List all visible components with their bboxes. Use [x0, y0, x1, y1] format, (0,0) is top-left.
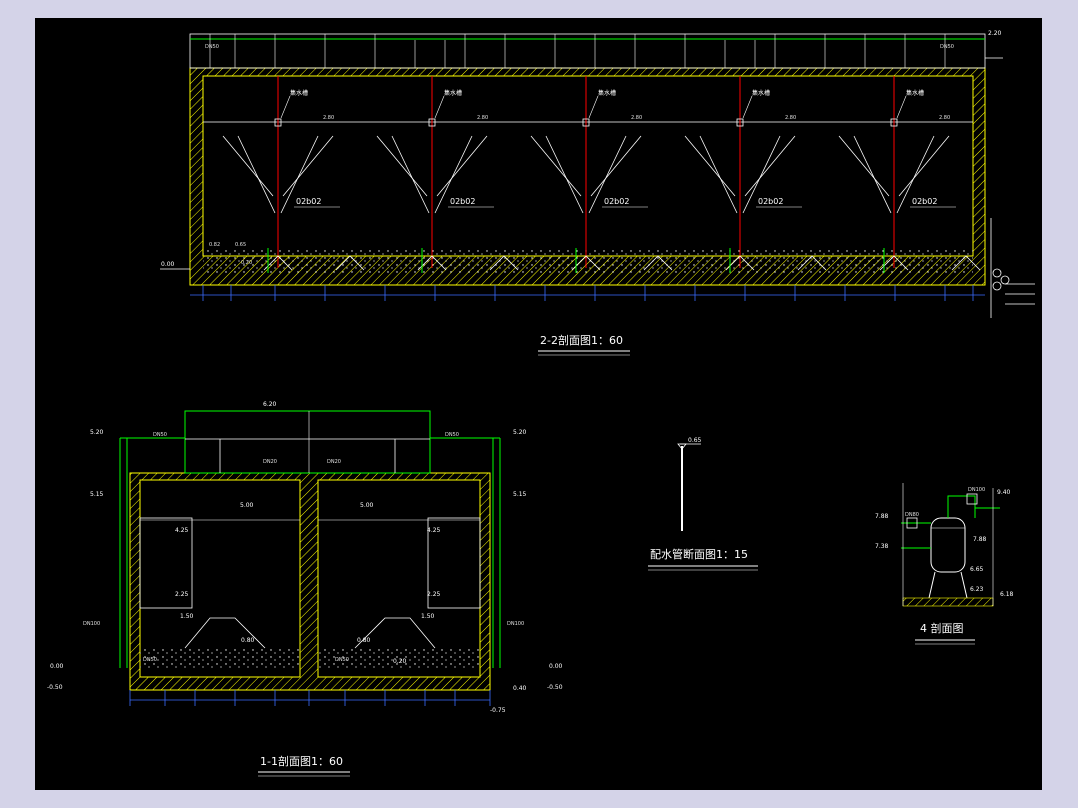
section-1-1: 6.20 5.20 5.20 5.15 5.15 5.00 5.00 4.25 … — [47, 401, 563, 777]
section-2-2: 0.00 2.20 DN50 DN50 0.82 0.65 0.20 集水槽 2.… — [160, 30, 1035, 356]
section22-dimension-ticks — [202, 285, 974, 301]
section22-title: 2-2剖面图1：60 — [540, 333, 623, 347]
section11-elev-020: 0.20 — [393, 658, 407, 665]
section11-pipe-dn100-right: DN100 — [507, 621, 524, 627]
section4-tank-leg-left — [928, 571, 936, 599]
section22-bottom-elev-2: 0.65 — [235, 242, 246, 248]
section11-pipe-dn50-top-left: DN50 — [153, 432, 167, 438]
plate-label-5: 02b02 — [912, 197, 937, 206]
section4-elev-623: 6.23 — [970, 586, 984, 593]
section4-elev-788-right: 7.88 — [973, 536, 987, 543]
section11-top-frame — [184, 410, 431, 474]
section11-title: 1-1剖面图1：60 — [260, 754, 343, 768]
collector-label-2: 集水槽 — [444, 89, 462, 97]
section11-elev-515-right: 5.15 — [513, 491, 527, 498]
section11-pipe-dn20-left: DN20 — [263, 459, 277, 465]
section11-elev-040: 0.40 — [513, 685, 527, 692]
section11-pipe-dn50-top-right: DN50 — [445, 432, 459, 438]
section11-pipe-dn20-right: DN20 — [327, 459, 341, 465]
section22-sludge-bed — [203, 248, 973, 273]
section22-bottom-elev-3: 0.20 — [241, 260, 252, 266]
section11-elev-225-left: 2.25 — [175, 591, 189, 598]
section22-interior — [202, 75, 974, 257]
collector-label-4: 集水槽 — [752, 89, 770, 97]
section11-elev-150-right: 1.50 — [421, 613, 435, 620]
plate-label-3: 02b02 — [604, 197, 629, 206]
section11-elev-000-right: 0.00 — [549, 663, 563, 670]
section11-elev-500-left: 5.00 — [240, 502, 254, 509]
bay-elev-3: 2.80 — [631, 115, 642, 121]
section4-elev-788-left: 7.88 — [875, 513, 889, 520]
collector-label-1: 集水槽 — [290, 89, 308, 97]
section11-elev-425-left: 4.25 — [175, 527, 189, 534]
section4-elev-738: 7.38 — [875, 543, 889, 550]
section11-elev-upper-left: 5.20 — [90, 429, 104, 436]
section4-pipe-dn80: DN80 — [905, 512, 919, 518]
bay-elev-4: 2.80 — [785, 115, 796, 121]
bay-elev-2: 2.80 — [477, 115, 488, 121]
section4-title: 4 剖面图 — [920, 621, 964, 635]
plate-label-2: 02b02 — [450, 197, 475, 206]
distribution-pipe-title: 配水管断面图1：15 — [650, 547, 748, 561]
section4-elev-940: 9.40 — [997, 489, 1011, 496]
distribution-pipe-section: 0.65 配水管断面图1：15 — [648, 437, 758, 571]
drawing-canvas[interactable]: 0.00 2.20 DN50 DN50 0.82 0.65 0.20 集水槽 2.… — [35, 18, 1042, 790]
section-4: 9.40 7.88 7.88 7.38 6.65 6.23 6.18 DN100… — [875, 483, 1014, 645]
cad-drawing: 0.00 2.20 DN50 DN50 0.82 0.65 0.20 集水槽 2.… — [47, 30, 1035, 777]
section11-elev-top: 6.20 — [263, 401, 277, 408]
collector-label-3: 集水槽 — [598, 89, 616, 97]
plate-label-4: 02b02 — [758, 197, 783, 206]
section11-elev-neg050-right: -0.50 — [547, 684, 563, 691]
section4-tank-leg-right — [960, 571, 968, 599]
section11-dimension-ticks — [129, 690, 491, 706]
section4-elev-665: 6.65 — [970, 566, 984, 573]
section11-elev-080-right: 0.80 — [357, 637, 371, 644]
section22-top-pipe-label: DN50 — [205, 44, 219, 50]
section11-elev-000-left: 0.00 — [50, 663, 64, 670]
collector-label-5: 集水槽 — [906, 89, 924, 97]
section11-elev-500-right: 5.00 — [360, 502, 374, 509]
bay-elev-5: 2.80 — [939, 115, 950, 121]
section4-tank-body — [930, 517, 966, 573]
section4-elev-618: 6.18 — [1000, 591, 1014, 598]
section11-pipe-dn50-bottom-right: DN50 — [335, 657, 349, 663]
section22-left-elev: 0.00 — [161, 261, 175, 268]
section11-elev-neg050-left: -0.50 — [47, 684, 63, 691]
section4-pipe-dn100: DN100 — [968, 487, 985, 493]
section11-elev-080-left: 0.80 — [241, 637, 255, 644]
section11-elev-515-left: 5.15 — [90, 491, 104, 498]
section11-right-chamber — [317, 479, 481, 678]
section22-bottom-elev-1: 0.82 — [209, 242, 220, 248]
section11-elev-150-left: 1.50 — [180, 613, 194, 620]
section22-top-elev: 2.20 — [988, 30, 1002, 37]
section22-right-valves — [985, 57, 1035, 318]
distribution-pipe-elev: 0.65 — [688, 437, 702, 444]
section11-elev-neg075: -0.75 — [490, 707, 506, 714]
section11-pipe-dn100-left: DN100 — [83, 621, 100, 627]
plate-label-1: 02b02 — [296, 197, 321, 206]
bay-elev-1: 2.80 — [323, 115, 334, 121]
section4-base — [902, 597, 994, 607]
section11-left-sludge — [140, 648, 300, 670]
section11-left-chamber — [139, 479, 301, 678]
section11-elev-425-right: 4.25 — [427, 527, 441, 534]
section11-pipe-dn50-bottom-left: DN50 — [143, 657, 157, 663]
section22-pipe-label-2: DN50 — [940, 44, 954, 50]
section11-elev-225-right: 2.25 — [427, 591, 441, 598]
section11-elev-upper-right: 5.20 — [513, 429, 527, 436]
